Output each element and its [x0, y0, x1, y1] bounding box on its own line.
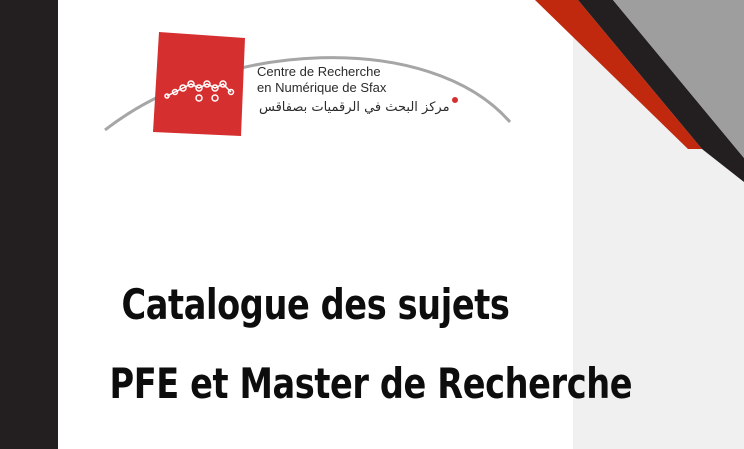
crns-logo-icon [153, 32, 245, 136]
left-dark-bar [0, 0, 58, 449]
logo-text-line1: Centre de Recherche [257, 64, 381, 79]
logo-text-line2: en Numérique de Sfax [257, 80, 387, 95]
crns-logo: Centre de Recherche en Numérique de Sfax… [100, 30, 520, 140]
title-line1: Catalogue des sujets [121, 280, 510, 329]
title-line2: PFE et Master de Recherche [109, 359, 633, 408]
logo-text-arabic: مركز البحث في الرقميات بصفاقس [259, 100, 450, 115]
